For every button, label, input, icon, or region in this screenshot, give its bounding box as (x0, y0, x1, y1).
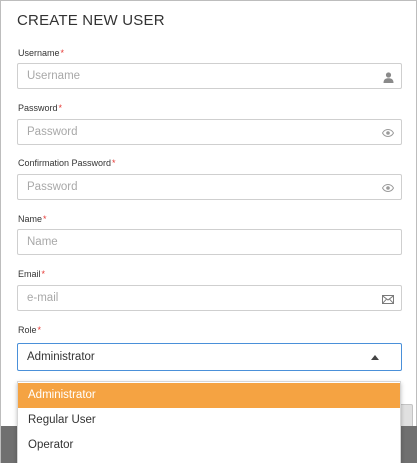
email-label-text: Email (18, 269, 41, 279)
required-marker: * (112, 158, 116, 168)
email-input[interactable] (18, 286, 401, 310)
role-label: Role* (18, 325, 41, 335)
name-input[interactable] (18, 230, 401, 254)
role-option-administrator[interactable]: Administrator (18, 383, 400, 408)
envelope-icon (382, 293, 394, 305)
role-select[interactable]: Administrator (17, 343, 402, 371)
username-label-text: Username (18, 48, 60, 58)
email-label: Email* (18, 269, 45, 279)
name-label-text: Name (18, 214, 43, 224)
password-label: Password* (18, 103, 62, 113)
required-marker: * (60, 48, 65, 58)
role-option-operator[interactable]: Operator (18, 433, 400, 458)
name-label: Name* (18, 214, 47, 224)
password-label-text: Password (18, 103, 58, 113)
role-dropdown-menu: Administrator Regular User Operator (17, 381, 401, 463)
confirm-password-label-text: Confirmation Password (18, 158, 112, 168)
dialog-title: CREATE NEW USER (17, 12, 165, 29)
required-marker: * (37, 325, 42, 335)
eye-icon[interactable] (382, 127, 394, 139)
password-field[interactable] (17, 119, 402, 145)
chevron-up-icon[interactable] (371, 355, 379, 360)
role-selected-value: Administrator (27, 351, 95, 363)
confirm-password-field[interactable] (17, 174, 402, 200)
role-label-text: Role (18, 325, 37, 335)
role-option-regular-user[interactable]: Regular User (18, 408, 400, 433)
required-marker: * (41, 269, 46, 279)
email-field[interactable] (17, 285, 402, 311)
user-icon (382, 71, 394, 83)
username-input[interactable] (18, 64, 401, 88)
confirm-password-input[interactable] (18, 175, 401, 199)
username-label: Username* (18, 48, 64, 58)
name-field[interactable] (17, 229, 402, 255)
required-marker: * (58, 103, 63, 113)
username-field[interactable] (17, 63, 402, 89)
required-marker: * (43, 214, 47, 224)
password-input[interactable] (18, 120, 401, 144)
confirm-password-label: Confirmation Password* (18, 158, 116, 168)
eye-icon[interactable] (382, 182, 394, 194)
create-user-dialog: CREATE NEW USER Username* Password* Conf… (0, 0, 417, 463)
